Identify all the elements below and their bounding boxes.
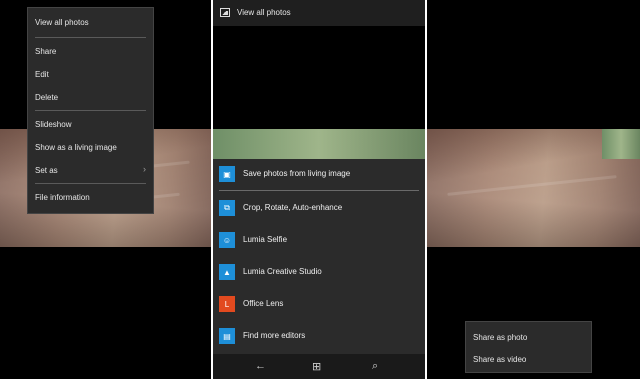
menu-item-edit[interactable]: Edit (35, 70, 49, 79)
menu-separator (35, 110, 146, 111)
sheet-item-label: Crop, Rotate, Auto-enhance (243, 203, 343, 212)
windows-home-icon[interactable]: ⊞ (312, 360, 321, 373)
edit-options-sheet: ▣ Save photos from living image ⧉ Crop, … (213, 159, 425, 354)
panel-share-options: Share as photo Share as video (427, 0, 640, 379)
menu-item-share[interactable]: Share (35, 47, 56, 56)
photo-image[interactable] (427, 129, 640, 247)
sheet-item-label: Office Lens (243, 299, 284, 308)
menu-item-slideshow[interactable]: Slideshow (35, 120, 71, 129)
photo-icon: ▣ (219, 166, 235, 182)
menu-item-share-as-photo[interactable]: Share as photo (473, 333, 527, 342)
selfie-icon: ☺ (219, 232, 235, 248)
menu-separator (35, 183, 146, 184)
search-icon[interactable]: ⌕ (372, 360, 378, 373)
store-icon: ▤ (219, 328, 235, 344)
menu-item-view-all-photos[interactable]: View all photos (35, 18, 89, 27)
sheet-item-label: Save photos from living image (243, 169, 351, 178)
menu-item-delete[interactable]: Delete (35, 93, 58, 102)
menu-item-file-information[interactable]: File information (35, 193, 90, 202)
context-menu: View all photos Share Edit Delete Slides… (27, 7, 154, 214)
chevron-right-icon: › (143, 164, 146, 174)
sheet-item-label: Lumia Selfie (243, 235, 288, 244)
panel-edit-options: View all photos ▣ Save photos from livin… (213, 0, 425, 379)
back-arrow-icon[interactable]: ← (255, 360, 266, 372)
share-menu: Share as photo Share as video (465, 321, 592, 373)
creative-studio-icon: ▲ (219, 264, 235, 280)
header-bar: View all photos (213, 0, 425, 26)
sheet-item-label: Find more editors (243, 331, 306, 340)
background-foliage (602, 129, 640, 159)
header-title[interactable]: View all photos (237, 8, 291, 17)
photo-icon (220, 8, 230, 17)
menu-item-share-as-video[interactable]: Share as video (473, 355, 526, 364)
sheet-item-label: Lumia Creative Studio (243, 267, 322, 276)
menu-item-set-as[interactable]: Set as (35, 166, 58, 175)
menu-item-living-image[interactable]: Show as a living image (35, 143, 117, 152)
panel-photo-context-menu: View all photos Share Edit Delete Slides… (0, 0, 211, 379)
crop-icon: ⧉ (219, 200, 235, 216)
navigation-bar: ← ⊞ ⌕ (213, 354, 425, 379)
background-foliage (213, 129, 425, 159)
menu-separator (35, 37, 146, 38)
office-lens-icon: L (219, 296, 235, 312)
sheet-separator (219, 190, 419, 191)
